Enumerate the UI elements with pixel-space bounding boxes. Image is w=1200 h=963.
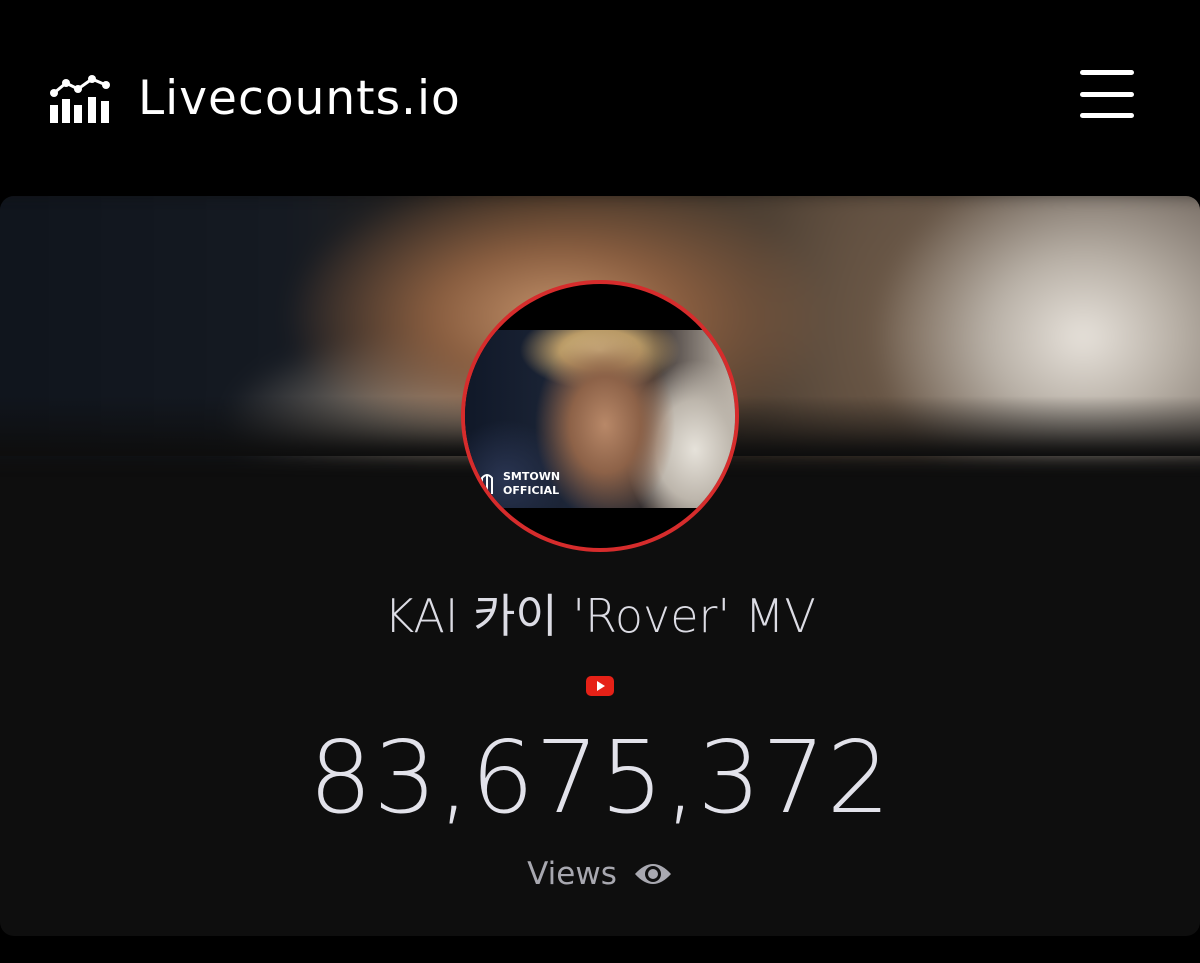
watermark-text: SMTOWN OFFICIAL xyxy=(503,470,560,498)
hamburger-menu-icon[interactable] xyxy=(1076,70,1138,118)
smtown-logo-icon xyxy=(481,474,493,494)
brand-name: Livecounts.io xyxy=(138,70,461,126)
menu-line xyxy=(1080,70,1134,75)
smtown-watermark: SMTOWN OFFICIAL xyxy=(479,470,560,498)
brand-link[interactable]: Livecounts.io xyxy=(48,66,461,130)
watermark-line-1: SMTOWN xyxy=(503,470,561,483)
video-thumbnail-avatar: SMTOWN OFFICIAL xyxy=(461,280,739,552)
analytics-chart-icon xyxy=(50,75,110,123)
eye-icon xyxy=(634,864,671,884)
view-count: 83,675,372 xyxy=(308,719,892,836)
navbar: Livecounts.io xyxy=(0,0,1200,190)
views-label: Views xyxy=(527,856,617,892)
watermark-line-2: OFFICIAL xyxy=(503,484,560,497)
metric-label-row: Views xyxy=(0,856,1200,892)
counter-card: SMTOWN OFFICIAL KAI 카이 'Rover' MV 83,675… xyxy=(0,196,1200,936)
video-title: KAI 카이 'Rover' MV xyxy=(384,589,816,643)
menu-line xyxy=(1080,91,1134,97)
youtube-icon xyxy=(586,676,614,696)
thumbnail-image: SMTOWN OFFICIAL xyxy=(465,330,735,508)
menu-line xyxy=(1080,113,1134,118)
